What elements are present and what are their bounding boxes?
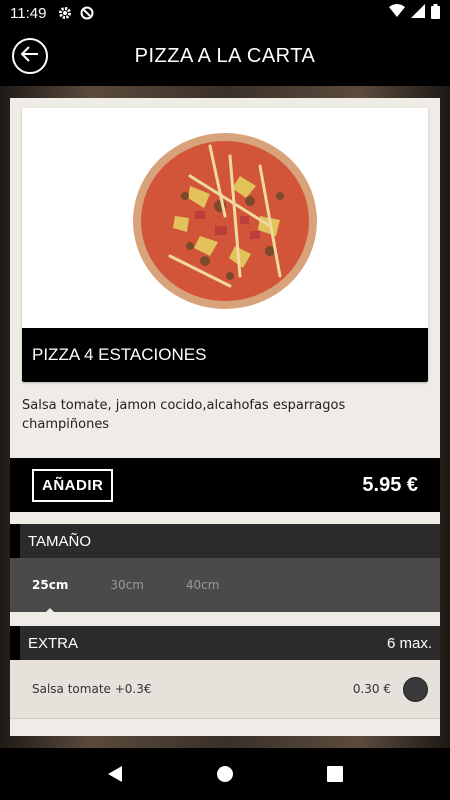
arrow-left-icon (20, 45, 40, 67)
battery-icon (431, 3, 440, 23)
page-title: PIZZA A LA CARTA (134, 44, 316, 67)
app-bar: PIZZA A LA CARTA (0, 26, 450, 86)
extra-item[interactable]: Salsa tomate +0.3€ 0.30 € (10, 660, 440, 718)
product-price: 5.95 € (362, 473, 418, 496)
product-name: PIZZA 4 ESTACIONES (32, 345, 207, 364)
add-bar: AÑADIR 5.95 € (10, 458, 440, 512)
extra-section-header: EXTRA 6 max. (10, 626, 440, 660)
status-time: 11:49 (10, 4, 47, 22)
recents-square-icon[interactable] (327, 766, 344, 782)
size-section-title: TAMAÑO (28, 532, 92, 550)
size-option-40cm[interactable]: 40cm (186, 578, 220, 592)
product-name-bar: PIZZA 4 ESTACIONES (22, 328, 428, 382)
system-nav-bar (0, 748, 450, 800)
extra-item-price: 0.30 € (352, 682, 391, 696)
extra-max-label: 6 max. (386, 634, 432, 652)
extra-item-label: Salsa tomate +0.3€ (32, 682, 152, 696)
extra-item-toggle[interactable] (403, 676, 428, 702)
product-image-box: PIZZA 4 ESTACIONES (22, 108, 428, 382)
signal-icon (411, 4, 425, 22)
size-option-25cm[interactable]: 25cm (32, 578, 68, 592)
home-circle-icon[interactable] (216, 765, 234, 783)
wifi-icon (389, 4, 405, 22)
back-button[interactable] (12, 38, 48, 74)
status-bar: 11:49 (0, 0, 450, 26)
extra-section-title: EXTRA (28, 634, 79, 652)
product-card: PIZZA 4 ESTACIONES Salsa tomate, jamon c… (10, 98, 440, 736)
do-not-disturb-icon (80, 6, 94, 20)
product-description: Salsa tomate, jamon cocido,alcahofas esp… (22, 398, 346, 432)
size-option-30cm[interactable]: 30cm (110, 578, 144, 592)
pizza-image (133, 133, 317, 309)
size-tabs: 25cm 30cm 40cm (10, 558, 440, 612)
back-triangle-icon[interactable] (107, 765, 123, 783)
add-button[interactable]: AÑADIR (32, 468, 114, 502)
gear-icon (58, 6, 72, 20)
divider (10, 718, 440, 719)
size-section-header: TAMAÑO (10, 524, 440, 558)
